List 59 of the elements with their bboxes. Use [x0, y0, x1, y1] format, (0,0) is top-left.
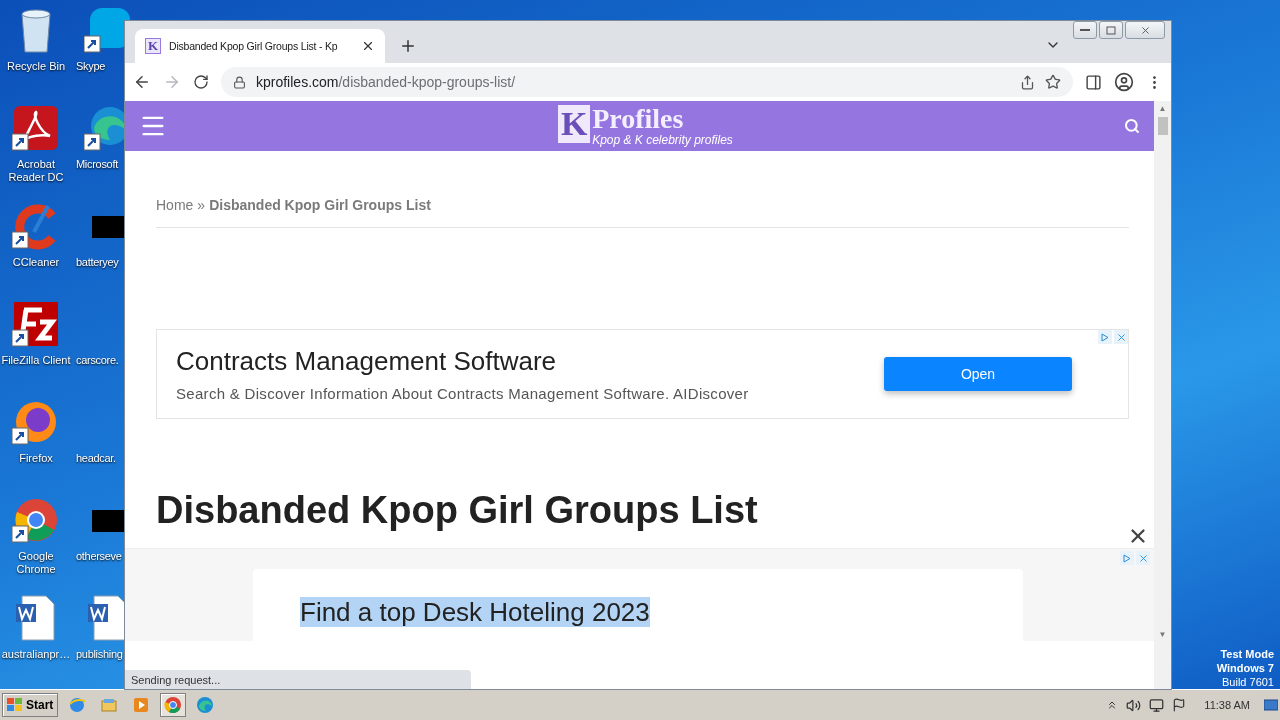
- desktop-icon-label[interactable]: Recycle Bin: [6, 60, 66, 73]
- desktop-icon-label[interactable]: carscore.: [76, 354, 119, 367]
- pdf-app-icon: [12, 104, 60, 152]
- desktop-icon-label[interactable]: FileZilla Client: [1, 354, 71, 367]
- os-notice-text: Windows 7: [1216, 661, 1274, 675]
- open-button[interactable]: Open: [884, 357, 1072, 391]
- browser-logo-icon[interactable]: [160, 693, 187, 717]
- new-tab-icon[interactable]: [399, 37, 417, 55]
- url-text: kprofiles.com/disbanded-kpop-groups-list/: [256, 74, 517, 90]
- search-icon[interactable]: [1124, 118, 1140, 134]
- os-notice-text: Build 7601: [1222, 675, 1274, 689]
- ad-headline: Find a top Desk Hoteling 2023: [300, 597, 650, 627]
- scroll-up-arrow[interactable]: ▲: [1158, 101, 1167, 115]
- ad-choices-icon[interactable]: [1120, 551, 1134, 565]
- browser-logo-icon: [12, 496, 60, 544]
- tab-title: Disbanded Kpop Girl Groups List - Kp: [169, 40, 339, 52]
- desktop-icon-label[interactable]: Acrobat Reader DC: [0, 158, 72, 184]
- side-panel-icon[interactable]: [1085, 73, 1102, 91]
- os-notice-text: Test Mode: [1220, 647, 1274, 661]
- desktop-icon-label[interactable]: publishing: [76, 648, 123, 661]
- desktop-icon-label[interactable]: Microsoft: [76, 158, 118, 171]
- clock-text[interactable]: 11:38 AM: [1204, 699, 1250, 711]
- flag-icon[interactable]: [1172, 698, 1187, 712]
- desktop-icon-label[interactable]: headcar.: [76, 452, 116, 465]
- minimize-icon[interactable]: [1073, 21, 1097, 39]
- desktop-icon-label[interactable]: Google Chrome: [0, 550, 72, 576]
- ad-title: Contracts Management Software: [176, 346, 558, 377]
- browser-tab[interactable]: K Disbanded Kpop Girl Groups List - Kp: [135, 29, 385, 63]
- desktop-icon-label[interactable]: Skype: [76, 60, 106, 73]
- share-icon[interactable]: [1020, 74, 1035, 90]
- desktop-icon-label[interactable]: australianpr…: [1, 648, 71, 661]
- speaker-icon[interactable]: [1126, 697, 1142, 713]
- address-bar[interactable]: kprofiles.com/disbanded-kpop-groups-list/: [221, 67, 1073, 97]
- page-heading: Disbanded Kpop Girl Groups List: [156, 489, 759, 532]
- site-favicon: K: [145, 38, 161, 54]
- lock-icon: [233, 75, 246, 89]
- desktop-icon-label[interactable]: otherseve: [76, 550, 122, 563]
- desktop-icon-label[interactable]: batteryey: [76, 256, 119, 269]
- bookmark-star-icon[interactable]: [1045, 74, 1061, 90]
- back-icon[interactable]: [133, 73, 151, 91]
- ad-description: Search & Discover Information About Contracts Management Software. AIDiscover: [176, 385, 750, 402]
- show-desktop-icon[interactable]: [1264, 698, 1278, 712]
- scrollbar[interactable]: ▲ ▼: [1154, 101, 1171, 689]
- close-tab-icon[interactable]: [361, 39, 375, 53]
- four-pane-logo-icon: [7, 698, 23, 712]
- chat-app-icon: [84, 6, 132, 54]
- reload-icon[interactable]: [193, 74, 209, 90]
- status-text: Sending request...: [125, 670, 471, 689]
- profile-icon[interactable]: [1114, 72, 1134, 92]
- ftp-app-icon: [12, 300, 60, 348]
- breadcrumb-link[interactable]: Home: [156, 197, 194, 213]
- network-icon[interactable]: [1149, 697, 1165, 713]
- desktop-icon-label[interactable]: Firefox: [19, 452, 53, 465]
- ad-choices-icon[interactable]: [1098, 330, 1112, 344]
- scroll-thumb[interactable]: [1157, 117, 1168, 135]
- start-button[interactable]: Start: [2, 693, 59, 717]
- desktop-icon-label[interactable]: CCleaner: [12, 256, 60, 269]
- breadcrumb-separator: »: [197, 197, 206, 213]
- scroll-down-arrow[interactable]: ▼: [1158, 627, 1167, 641]
